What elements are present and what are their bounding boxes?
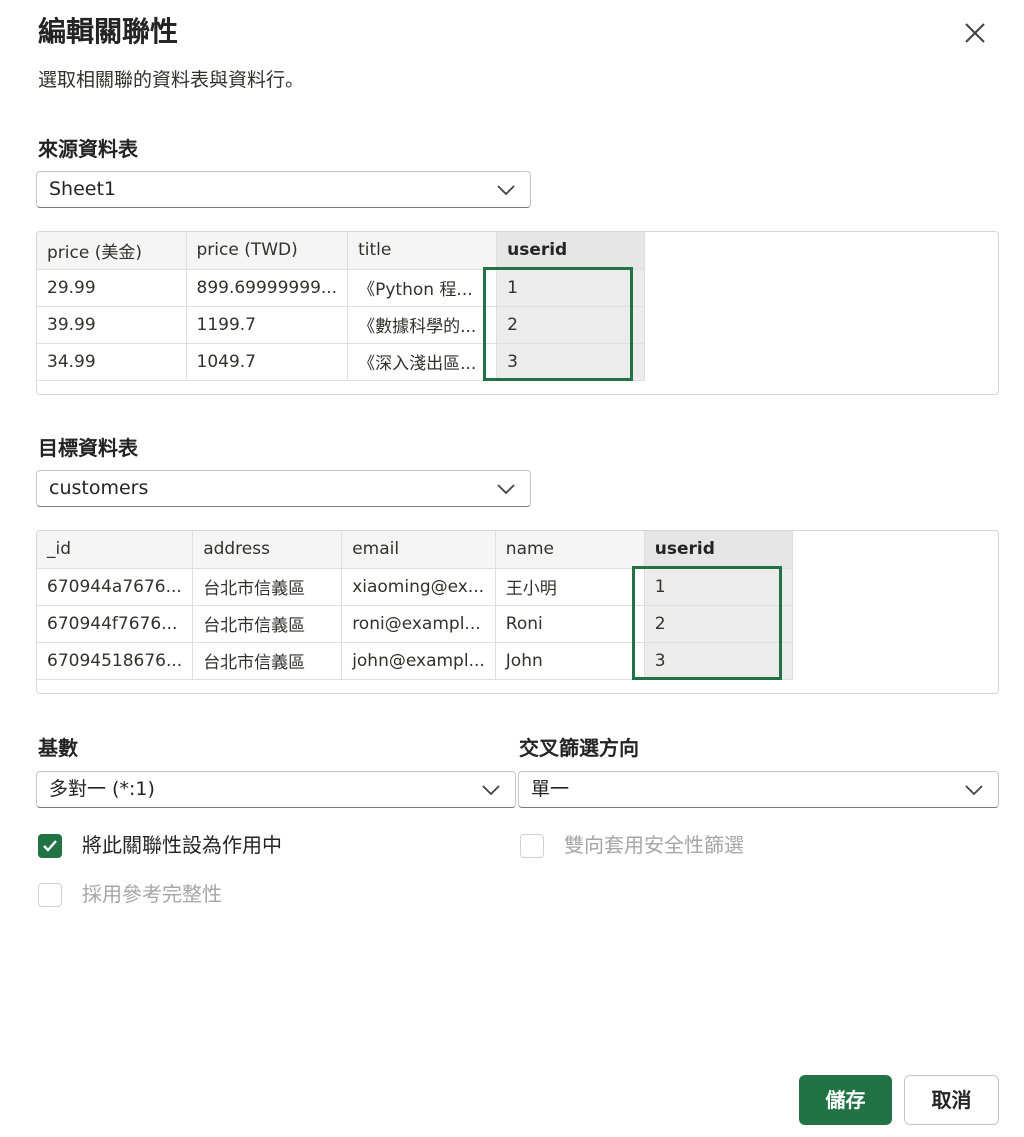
table-cell: 台北市信義區 xyxy=(192,605,343,643)
table-cell: 2 xyxy=(496,306,646,344)
dialog-subtitle: 選取相關聯的資料表與資料行。 xyxy=(38,69,305,91)
bidirectional-security-label: 雙向套用安全性篩選 xyxy=(564,833,744,857)
target-preview-table: _id address email name userid 670944a7676...… xyxy=(36,530,999,694)
column-header: email xyxy=(341,531,496,569)
table-cell: 3 xyxy=(496,343,646,381)
table-cell: john@exampl... xyxy=(341,642,496,680)
table-cell: 39.99 xyxy=(37,306,187,344)
cancel-button[interactable]: 取消 xyxy=(904,1075,999,1125)
table-cell: Roni xyxy=(495,605,645,643)
source-table-value: Sheet1 xyxy=(49,178,117,200)
table-cell: 《Python 程... xyxy=(347,269,498,307)
column-header: address xyxy=(192,531,343,569)
column-header: price (TWD) xyxy=(186,232,349,270)
chevron-down-icon xyxy=(497,185,515,196)
column-header: userid xyxy=(496,232,646,270)
target-table-dropdown[interactable]: customers xyxy=(36,470,531,507)
table-cell: 1049.7 xyxy=(186,343,349,381)
active-relationship-label: 將此關聯性設為作用中 xyxy=(82,833,282,857)
table-cell: 2 xyxy=(644,605,793,643)
table-cell: 1 xyxy=(644,568,793,606)
column-header: userid xyxy=(644,531,793,569)
table-cell: 1199.7 xyxy=(186,306,349,344)
table-row: 67094518676... 台北市信義區 john@exampl... John 3 xyxy=(37,642,793,680)
referential-integrity-checkbox[interactable] xyxy=(38,883,62,907)
cross-filter-label: 交叉篩選方向 xyxy=(519,736,639,760)
table-cell: 台北市信義區 xyxy=(192,642,343,680)
table-cell: 670944f7676... xyxy=(37,605,194,643)
chevron-down-icon xyxy=(965,785,983,796)
table-cell: John xyxy=(495,642,645,680)
active-relationship-checkbox[interactable] xyxy=(38,834,62,858)
table-cell: xiaoming@ex... xyxy=(341,568,496,606)
close-button[interactable] xyxy=(960,18,990,48)
table-cell: 67094518676... xyxy=(37,642,194,680)
column-header: name xyxy=(495,531,645,569)
table-cell: 《深入淺出區... xyxy=(347,343,498,381)
chevron-down-icon xyxy=(497,484,515,495)
target-table-value: customers xyxy=(49,477,149,499)
chevron-down-icon xyxy=(482,785,500,796)
bidirectional-security-checkbox[interactable] xyxy=(520,834,544,858)
table-cell: 3 xyxy=(644,642,793,680)
checkmark-icon xyxy=(43,840,57,852)
save-button[interactable]: 儲存 xyxy=(799,1075,892,1125)
column-header: title xyxy=(347,232,498,270)
cardinality-label: 基數 xyxy=(38,736,78,760)
table-row: 39.99 1199.7 《數據科學的... 2 xyxy=(37,306,646,344)
referential-integrity-label: 採用參考完整性 xyxy=(82,882,222,906)
source-table-label: 來源資料表 xyxy=(38,137,138,161)
cross-filter-value: 單一 xyxy=(531,778,570,800)
column-header: _id xyxy=(37,531,194,569)
table-cell: 34.99 xyxy=(37,343,187,381)
target-table-label: 目標資料表 xyxy=(38,436,138,460)
source-preview-table: price (美金) price (TWD) title userid 29.99 89… xyxy=(36,231,999,395)
table-cell: 台北市信義區 xyxy=(192,568,343,606)
table-row: 670944f7676... 台北市信義區 roni@exampl... Roni 2 xyxy=(37,605,793,643)
table-cell: 王小明 xyxy=(495,568,645,606)
table-row: 34.99 1049.7 《深入淺出區... 3 xyxy=(37,343,646,381)
table-cell: 899.69999999... xyxy=(186,269,349,307)
column-header: price (美金) xyxy=(37,232,187,270)
table-cell: 670944a7676... xyxy=(37,568,194,606)
table-cell: 29.99 xyxy=(37,269,187,307)
table-row: 29.99 899.69999999... 《Python 程... 1 xyxy=(37,269,646,307)
table-cell: roni@exampl... xyxy=(341,605,496,643)
table-row: 670944a7676... 台北市信義區 xiaoming@ex... 王小明 1 xyxy=(37,568,793,606)
source-table-dropdown[interactable]: Sheet1 xyxy=(36,171,531,208)
cross-filter-dropdown[interactable]: 單一 xyxy=(518,771,999,808)
table-cell: 《數據科學的... xyxy=(347,306,498,344)
table-cell: 1 xyxy=(496,269,646,307)
close-icon xyxy=(965,23,985,43)
cardinality-dropdown[interactable]: 多對一 (*:1) xyxy=(36,771,516,808)
cardinality-value: 多對一 (*:1) xyxy=(49,778,155,800)
dialog-title: 編輯關聯性 xyxy=(38,15,179,48)
